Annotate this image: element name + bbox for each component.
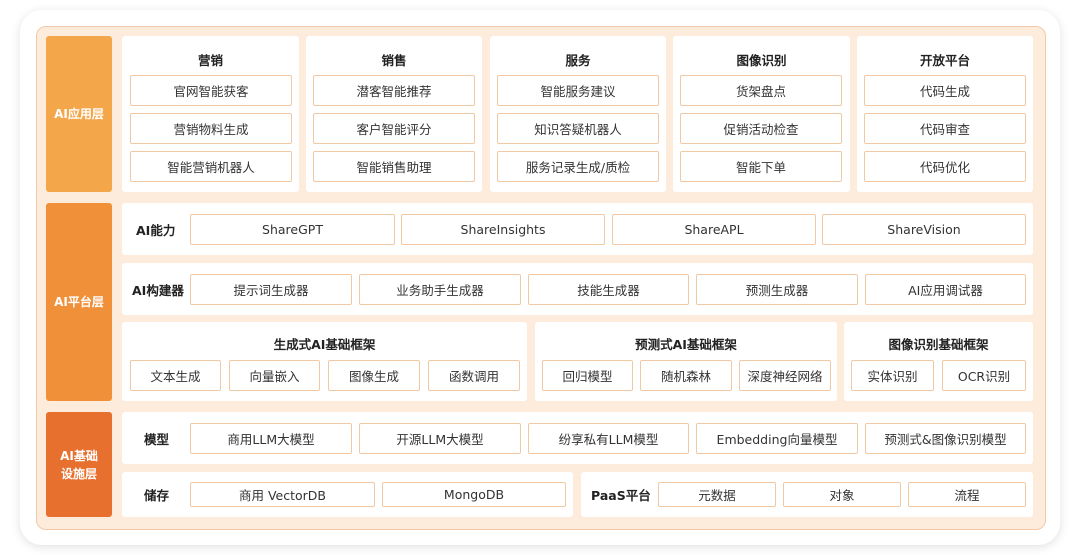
app-item: 服务记录生成/质检 [497,151,659,182]
framework-item: 图像生成 [328,360,420,391]
ai-capability-item: ShareAPL [612,214,816,245]
app-column-title: 开放平台 [919,53,970,68]
models-label: 模型 [144,432,170,447]
ai-capability-item: ShareGPT [190,214,395,245]
paas-item: 元数据 [658,482,776,507]
layer-infra: AI基础 设施层 [46,412,112,517]
paas-label: PaaS平台 [591,488,651,503]
model-item: Embedding向量模型 [696,423,858,454]
app-item: 智能服务建议 [497,75,659,106]
layer-app-label: AI应用层 [54,107,104,121]
app-item: 货架盘点 [680,75,842,106]
ai-capability-item: ShareInsights [401,214,605,245]
app-item: 代码审查 [864,113,1026,144]
model-item: 预测式&图像识别模型 [865,423,1026,454]
layer-infra-label-line1: AI基础 [60,448,98,463]
app-item: 营销物料生成 [130,113,292,144]
app-column-title: 图像识别 [736,53,787,68]
layer-app: AI应用层 [46,36,112,192]
app-item: 潜客智能推荐 [313,75,475,106]
app-item: 智能销售助理 [313,151,475,182]
paas-item: 对象 [783,482,901,507]
app-column-title: 营销 [197,53,223,68]
ai-builder-item: 业务助手生成器 [359,274,521,305]
framework-title: 预测式AI基础框架 [635,337,737,352]
ai-builder-label: AI构建器 [132,283,184,298]
app-item: 代码优化 [864,151,1026,182]
layer-platform: AI平台层 [46,203,112,401]
ai-builder-item: AI应用调试器 [865,274,1026,305]
storage-item: 商用 VectorDB [190,482,375,507]
framework-item: 向量嵌入 [229,360,320,391]
layer-platform-label: AI平台层 [54,295,104,309]
framework-item: 回归模型 [542,360,633,391]
framework-item: 实体识别 [851,360,934,391]
ai-builder-item: 预测生成器 [696,274,858,305]
framework-item: OCR识别 [942,360,1026,391]
ai-builder-item: 提示词生成器 [190,274,352,305]
framework-title: 生成式AI基础框架 [273,337,376,352]
framework-item: 文本生成 [130,360,221,391]
ai-capability-label: AI能力 [136,223,176,238]
storage-label: 储存 [144,488,170,503]
app-column-title: 服务 [565,53,591,68]
app-item: 知识答疑机器人 [497,113,659,144]
ai-capability-item: ShareVision [822,214,1026,245]
framework-item: 深度神经网络 [739,360,831,391]
app-item: 客户智能评分 [313,113,475,144]
model-item: 纷享私有LLM模型 [528,423,689,454]
framework-item: 随机森林 [640,360,732,391]
paas-item: 流程 [908,482,1026,507]
app-column-title: 销售 [381,53,407,68]
storage-item: MongoDB [382,482,566,507]
app-item: 智能营销机器人 [130,151,292,182]
model-item: 开源LLM大模型 [359,423,521,454]
model-item: 商用LLM大模型 [190,423,352,454]
framework-item: 函数调用 [428,360,520,391]
framework-title: 图像识别基础框架 [888,337,989,352]
app-item: 促销活动检查 [680,113,842,144]
app-item: 智能下单 [680,151,842,182]
app-item: 代码生成 [864,75,1026,106]
layer-infra-label-line2: 设施层 [60,466,97,481]
ai-builder-item: 技能生成器 [528,274,689,305]
app-item: 官网智能获客 [130,75,292,106]
